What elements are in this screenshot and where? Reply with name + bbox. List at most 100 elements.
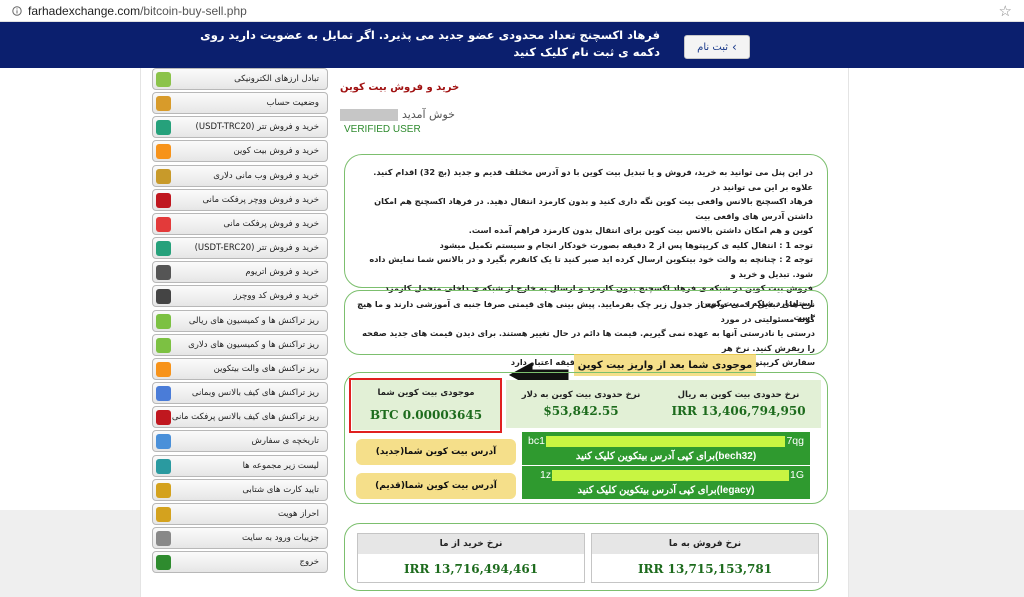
bookmark-star-icon[interactable]: ☆ <box>999 2 1012 20</box>
sidebar-item[interactable]: ریز تراکنش های کیف بالانس پرفکت مانی <box>152 406 328 428</box>
bitcoin-icon <box>156 144 171 159</box>
chevron-left-icon: ‹ <box>732 40 737 54</box>
usd-rate-label: نرخ حدودی بیت کوین به دلار <box>521 390 641 400</box>
sidebar-item-label: لیست زیر مجموعه ها <box>242 461 319 471</box>
new-address-suffix: 7qg <box>786 435 804 447</box>
sidebar-item-label: ریز تراکنش ها و کمیسیون های دلاری <box>188 340 319 350</box>
old-address-suffix: 1G <box>789 469 804 481</box>
ethereum-icon <box>156 265 171 280</box>
sidebar-item[interactable]: جزییات ورود به سایت <box>152 527 328 549</box>
sidebar-item[interactable]: ریز تراکنش ها و کمیسیون های دلاری <box>152 334 328 356</box>
masked-address <box>545 435 786 447</box>
masked-username <box>340 109 398 121</box>
rates-box: نرخ خرید از ما IRR 13,716,494,461 نرخ فر… <box>344 523 828 591</box>
welcome-text: خوش آمدید <box>340 108 455 121</box>
buy-rate-label: نرخ خرید از ما <box>358 534 584 554</box>
sidebar-item-label: خرید و فروش پرفکت مانی <box>223 219 319 229</box>
verify-key-icon <box>156 507 171 522</box>
exchange-icon <box>156 72 171 87</box>
sidebar-item[interactable]: ریز تراکنش ها و کمیسیون های ریالی <box>152 310 328 332</box>
tether-icon <box>156 120 171 135</box>
sell-rate-cell: نرخ فروش به ما IRR 13,715,153,781 <box>591 533 819 583</box>
signup-banner: فرهاد اکسچنج تعداد محدودی عضو جدید می پذ… <box>0 22 1024 68</box>
sidebar-item-label: تاریخچه ی سفارش <box>251 436 319 446</box>
sidebar-item[interactable]: خروج <box>152 551 328 573</box>
sidebar-item[interactable]: تاریخچه ی سفارش <box>152 430 328 452</box>
note-line: درستی یا نادرستی آنها به عهده نمی گیریم.… <box>362 328 815 353</box>
rial-rate-label: نرخ حدودی بیت کوین به ریال <box>677 390 800 400</box>
rial-rate-value: IRR 13,406,794,950 <box>671 404 806 418</box>
banner-text: فرهاد اکسچنج تعداد محدودی عضو جدید می پذ… <box>200 28 660 59</box>
sidebar-item-label: تایید کارت های شتابی <box>242 485 319 495</box>
sell-rate-label: نرخ فروش به ما <box>592 534 818 554</box>
sidebar-item[interactable]: احراز هویت <box>152 503 328 525</box>
sidebar-item-label: ریز تراکنش های والت بیتکوین <box>213 364 319 374</box>
info-line: فرهاد اکسچنج بالانس واقعی بیت کوین نگه د… <box>374 196 813 221</box>
webmoney-icon <box>156 169 171 184</box>
sidebar-item[interactable]: خرید و فروش تتر (USDT-ERC20) <box>152 237 328 259</box>
usd-rate-value: $53,842.55 <box>543 404 619 418</box>
sidebar-item[interactable]: خرید و فروش بیت کوین <box>152 140 328 162</box>
buy-rate-cell: نرخ خرید از ما IRR 13,716,494,461 <box>357 533 585 583</box>
info-line: توجه 2 : چنانچه به والت خود بیتکوین ارسا… <box>369 254 813 279</box>
welcome-label: خوش آمدید <box>402 108 455 121</box>
key-icon <box>156 483 171 498</box>
sidebar-item[interactable]: خرید و فروش اتریوم <box>152 261 328 283</box>
pm-wallet-icon <box>156 410 171 425</box>
info-box: در این پنل می توانید به خرید، فروش و یا … <box>344 154 828 322</box>
home-icon <box>156 96 171 111</box>
new-address-copy-button[interactable]: bc1 7qg (bech32)برای کپی آدرس بیتکوین کلی… <box>522 432 810 465</box>
sidebar-item-label: ریز تراکنش های کیف بالانس وبمانی <box>191 388 319 398</box>
sidebar-item[interactable]: لیست زیر مجموعه ها <box>152 455 328 477</box>
sidebar-item-label: جزییات ورود به سایت <box>241 533 319 543</box>
sidebar-item[interactable]: خرید و فروش وب مانی دلاری <box>152 165 328 187</box>
sidebar-item-label: خرید و فروش بیت کوین <box>233 146 319 156</box>
sidebar-item[interactable]: خرید و فروش کد ووچرز <box>152 285 328 307</box>
old-address-copy-button[interactable]: 1z 1G (legacy)برای کپی آدرس بیتکوین کلیک … <box>522 466 810 499</box>
btc-wallet-icon <box>156 362 171 377</box>
info-line: در این پنل می توانید به خرید، فروش و یا … <box>373 167 813 192</box>
usd-rate-cell: نرخ حدودی بیت کوین به دلار $53,842.55 <box>506 380 656 428</box>
sidebar-item-label: خرید و فروش کد ووچرز <box>233 291 319 301</box>
tether-erc-icon <box>156 241 171 256</box>
logout-icon <box>156 555 171 570</box>
sidebar-item[interactable]: ریز تراکنش های کیف بالانس وبمانی <box>152 382 328 404</box>
sidebar-item-label: وضعیت حساب <box>266 98 319 108</box>
sidebar-item-label: خروج <box>299 557 319 567</box>
new-address-label: آدرس بیت کوین شما(جدید) <box>356 439 516 465</box>
masked-address <box>552 469 789 481</box>
sidebar-item-label: خرید و فروش تتر (USDT-TRC20) <box>195 122 319 132</box>
voucher-icon <box>156 193 171 208</box>
sidebar-item-label: خرید و فروش وب مانی دلاری <box>213 171 319 181</box>
highlight-frame <box>349 378 502 433</box>
sidebar-item[interactable]: وضعیت حساب <box>152 92 328 114</box>
sidebar-item-label: احراز هویت <box>277 509 319 519</box>
verified-user-badge: VERIFIED USER <box>344 124 421 135</box>
sidebar-item[interactable]: تبادل ارزهای الکترونیکی <box>152 68 328 90</box>
sidebar-item-label: خرید و فروش ووچر پرفکت مانی <box>202 195 319 205</box>
sidebar-item[interactable]: ریز تراکنش های والت بیتکوین <box>152 358 328 380</box>
info-line: کوین و هم امکان داشتن بالانس بیت کوین بر… <box>468 225 813 235</box>
perfectmoney-icon <box>156 217 171 232</box>
sidebar-item[interactable]: تایید کارت های شتابی <box>152 479 328 501</box>
sidebar-item-label: ریز تراکنش های کیف بالانس پرفکت مانی <box>171 412 319 422</box>
info-line: توجه 1 : انتقال کلیه ی کریپتوها پس از 2 … <box>439 239 813 250</box>
info-icon <box>12 5 22 16</box>
old-address-note: (legacy)برای کپی آدرس بیتکوین کلیک کنید <box>577 485 755 496</box>
sidebar-item-label: تبادل ارزهای الکترونیکی <box>234 74 319 84</box>
sidebar-item[interactable]: خرید و فروش ووچر پرفکت مانی <box>152 189 328 211</box>
sell-rate-value: IRR 13,715,153,781 <box>637 562 773 576</box>
new-address-prefix: bc1 <box>528 435 545 447</box>
buy-rate-value: IRR 13,716,494,461 <box>403 562 539 576</box>
sidebar-item-label: خرید و فروش تتر (USDT-ERC20) <box>194 243 319 253</box>
sidebar-item[interactable]: خرید و فروش پرفکت مانی <box>152 213 328 235</box>
signup-button-label: ثبت نام <box>697 41 728 53</box>
page-title: خرید و فروش بیت کوین <box>340 82 460 93</box>
note-box: نرخ های تبدیل را می توانید از جدول زیر چ… <box>344 290 828 367</box>
login-details-icon <box>156 531 171 546</box>
code-voucher-icon <box>156 289 171 304</box>
sidebar-item[interactable]: خرید و فروش تتر (USDT-TRC20) <box>152 116 328 138</box>
signup-button[interactable]: ثبت نام ‹ <box>684 35 750 59</box>
new-address-note: (bech32)برای کپی آدرس بیتکوین کلیک کنید <box>575 451 757 462</box>
browser-url-bar[interactable]: farhadexchange.com/bitcoin-buy-sell.php … <box>0 0 1024 22</box>
